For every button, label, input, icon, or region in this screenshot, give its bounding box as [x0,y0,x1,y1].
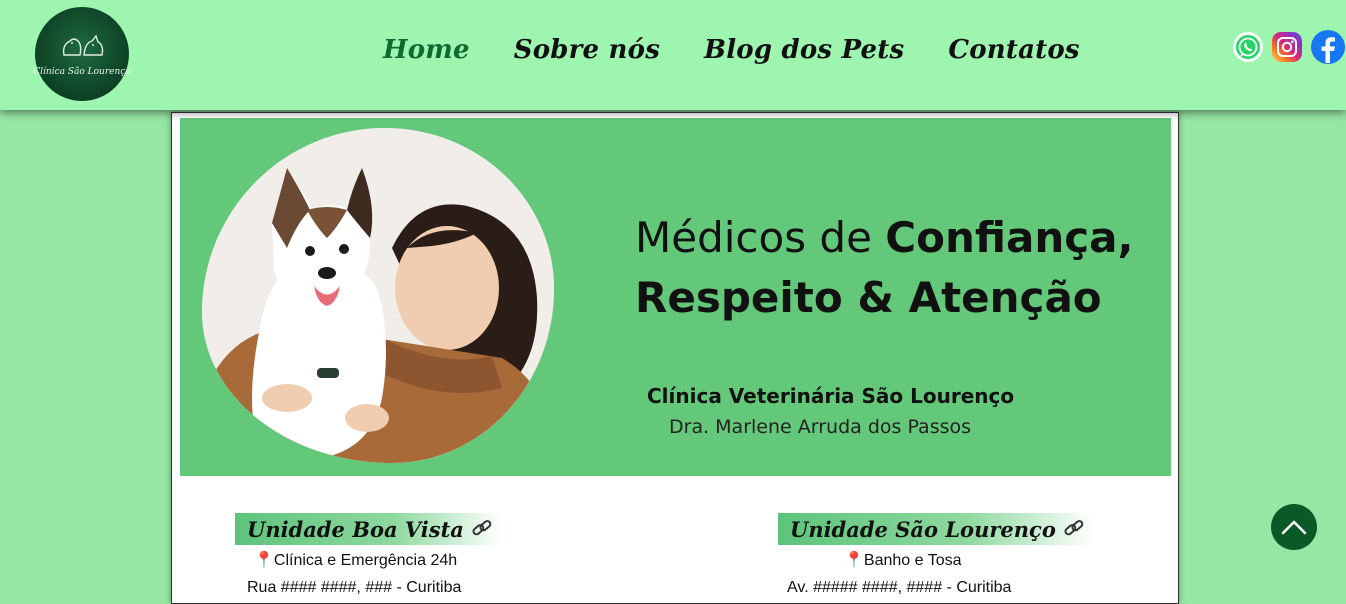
pin-icon: 📍 [254,552,274,569]
unit-address: Av. ##### ####, #### - Curitiba [787,579,1012,596]
banner-headline-line1: Médicos de Confiança, [635,213,1133,262]
unit-service-text: Clínica e Emergência 24h [273,552,458,569]
banner-headline-bold: Confiança, [885,213,1134,262]
pet-silhouette-icon [62,34,104,56]
banner-headline-light: Médicos de [635,213,872,262]
main-nav: Home Sobre nós Blog dos Pets Contatos [383,35,1124,65]
nav-home[interactable]: Home [383,35,470,65]
unit-service: 📍Clínica e Emergência 24h [254,550,502,570]
banner-doctor-name: Dra. Marlene Arruda dos Passos [669,416,972,438]
unit-title-text: Unidade Boa Vista [247,516,464,542]
nav-contatos[interactable]: Contatos [948,35,1079,65]
chevron-up-icon [1281,520,1307,535]
pin-icon: 📍 [844,552,864,569]
site-header: Clínica São Lourenço Home Sobre nós Blog… [0,0,1346,110]
vet-with-dog-photo [202,128,554,463]
unit-service-text: Banho e Tosa [863,552,962,569]
banner-headline-line2: Respeito & Atenção [635,273,1102,322]
hero-banner: Médicos de Confiança, Respeito & Atenção… [180,118,1171,476]
instagram-icon[interactable] [1272,32,1302,62]
nav-blog-dos-pets[interactable]: Blog dos Pets [704,35,904,65]
unit-title-text: Unidade São Lourenço [790,516,1056,542]
unit-title[interactable]: Unidade São Lourenço [778,513,1094,545]
nav-sobre-nos[interactable]: Sobre nós [514,35,660,65]
unit-card-sao-lourenco: Unidade São Lourenço 📍Banho e Tosa Av. #… [778,513,1094,597]
unit-address: Rua #### ####, ### - Curitiba [247,579,462,596]
main-content: Médicos de Confiança, Respeito & Atenção… [171,112,1179,604]
unit-card-boa-vista: Unidade Boa Vista 📍Clínica e Emergência … [235,513,502,597]
facebook-icon[interactable] [1311,30,1345,64]
clinic-logo[interactable]: Clínica São Lourenço [33,7,131,101]
banner-clinic-name: Clínica Veterinária São Lourenço [647,384,1015,408]
social-links [1233,30,1346,64]
scroll-to-top-button[interactable] [1271,504,1317,550]
unit-service: 📍Banho e Tosa [844,550,1094,570]
link-icon [1064,520,1084,536]
link-icon [472,520,492,536]
logo-text: Clínica São Lourenço [33,67,131,77]
unit-title[interactable]: Unidade Boa Vista [235,513,502,545]
whatsapp-icon[interactable] [1233,32,1263,62]
